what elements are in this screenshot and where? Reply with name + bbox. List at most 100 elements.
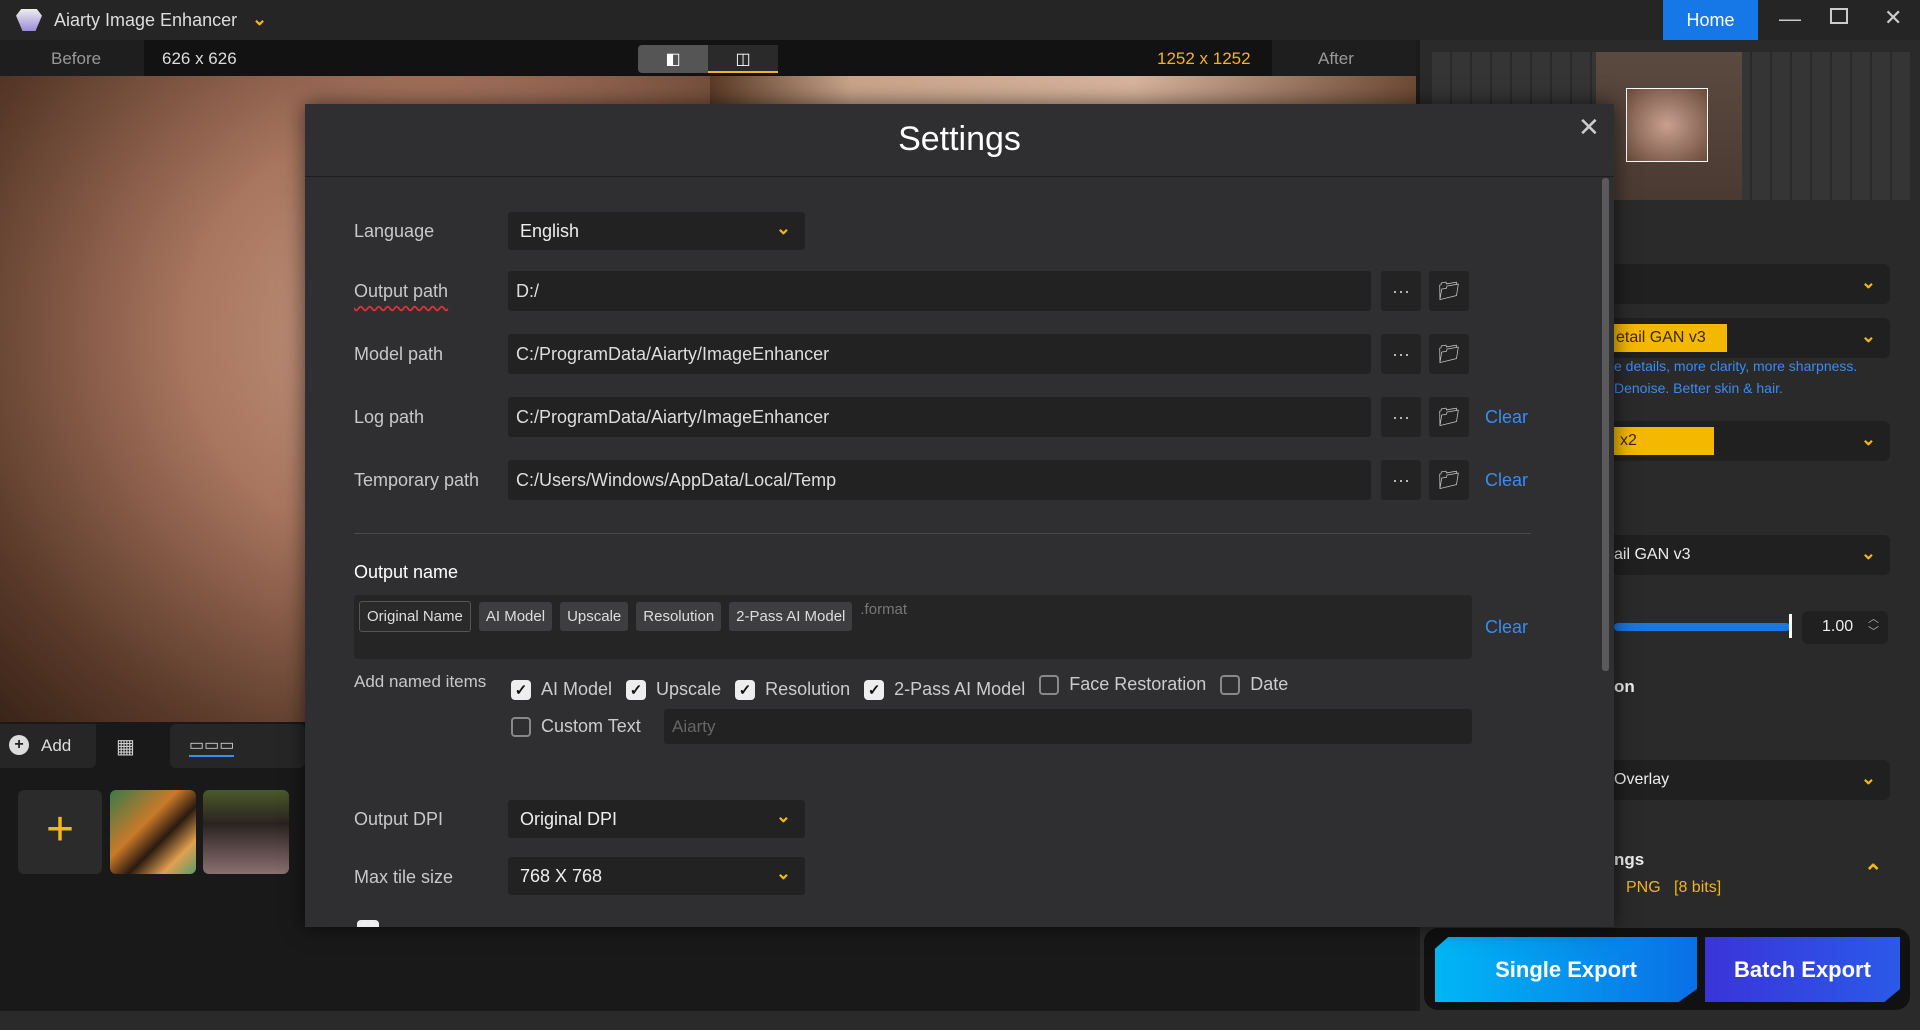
browse-more-button[interactable]: ··· bbox=[1381, 460, 1421, 500]
named-item-checkbox[interactable]: ✓ Resolution bbox=[735, 679, 850, 700]
path-value: C:/ProgramData/Aiarty/ImageEnhancer bbox=[516, 344, 830, 364]
export-format: PNG [8 bits] bbox=[1626, 879, 1722, 896]
single-export-button[interactable]: Single Export bbox=[1435, 937, 1697, 1002]
strip-view-button[interactable]: ▭▭▭ bbox=[170, 724, 305, 768]
minimize-icon[interactable]: — bbox=[1779, 6, 1801, 32]
named-item-label: AI Model bbox=[541, 679, 613, 699]
named-item-checkbox[interactable]: ✓ AI Model bbox=[511, 679, 612, 700]
language-dropdown[interactable]: English ⌄ bbox=[508, 212, 805, 250]
stepper-icon[interactable]: ︿ ﹀ bbox=[1868, 613, 1879, 639]
language-label: Language bbox=[354, 221, 435, 241]
named-item-checkbox[interactable]: Date bbox=[1220, 674, 1288, 695]
path-value: C:/ProgramData/Aiarty/ImageEnhancer bbox=[516, 407, 830, 427]
name-token-chip[interactable]: AI Model bbox=[478, 602, 553, 631]
named-item-checkbox[interactable]: ✓ Upscale bbox=[626, 679, 721, 700]
dialog-title: Settings bbox=[305, 104, 1614, 177]
name-token-chip[interactable]: Resolution bbox=[636, 602, 722, 631]
name-token-chip[interactable]: Upscale bbox=[560, 602, 629, 631]
checkbox-partial[interactable] bbox=[357, 920, 379, 927]
checkbox-unchecked-icon bbox=[1220, 674, 1241, 695]
chevron-down-icon: ⌄ bbox=[1860, 429, 1876, 449]
thumbnail-butterfly[interactable] bbox=[203, 790, 289, 874]
path-input[interactable]: D:/ bbox=[508, 271, 1371, 311]
folder-icon[interactable]: 📁︎ bbox=[1429, 334, 1469, 374]
restore-icon[interactable] bbox=[1830, 8, 1848, 24]
tile-value: 768 X 768 bbox=[520, 866, 603, 886]
divider bbox=[354, 533, 1531, 534]
dpi-dropdown[interactable]: Original DPI ⌄ bbox=[508, 800, 805, 838]
dialog-scrollbar[interactable] bbox=[1602, 178, 1609, 671]
dpi-value: Original DPI bbox=[520, 809, 618, 829]
clear-path-button[interactable]: Clear bbox=[1485, 470, 1528, 491]
tile-label: Max tile size bbox=[354, 867, 454, 887]
named-item-label: Face Restoration bbox=[1069, 674, 1207, 694]
custom-text-placeholder: Aiarty bbox=[672, 717, 716, 736]
custom-text-checkbox[interactable]: Custom Text bbox=[511, 716, 655, 742]
close-dialog-icon[interactable]: ✕ bbox=[1578, 112, 1600, 143]
split-view-icon[interactable]: ◫ bbox=[708, 45, 778, 73]
add-image-tile[interactable]: + bbox=[18, 790, 102, 874]
strength-slider[interactable] bbox=[1614, 623, 1790, 631]
name-token-chip[interactable]: 2-Pass AI Model bbox=[729, 602, 853, 631]
single-view-icon[interactable]: ◧ bbox=[638, 45, 708, 73]
rp-dropdown-1[interactable]: ⌄ bbox=[1600, 264, 1890, 304]
tile-dropdown[interactable]: 768 X 768 ⌄ bbox=[508, 857, 805, 895]
strength-slider-handle[interactable] bbox=[1789, 614, 1792, 638]
chevron-down-icon: ⌄ bbox=[1860, 326, 1876, 346]
folder-icon[interactable]: 📁︎ bbox=[1429, 271, 1469, 311]
clear-output-name-button[interactable]: Clear bbox=[1485, 617, 1528, 638]
strength-value: 1.00 bbox=[1822, 618, 1854, 635]
before-label: Before bbox=[51, 49, 102, 68]
folder-icon[interactable]: 📁︎ bbox=[1429, 397, 1469, 437]
path-input[interactable]: C:/Users/Windows/AppData/Local/Temp bbox=[508, 460, 1371, 500]
collapse-icon[interactable]: ⌃ bbox=[1864, 860, 1882, 886]
custom-text-label: Custom Text bbox=[541, 716, 641, 736]
output-name-label: Output name bbox=[354, 562, 459, 582]
add-button[interactable]: + Add bbox=[0, 724, 96, 768]
title-bar bbox=[0, 0, 1920, 40]
name-token-chip[interactable]: Original Name bbox=[359, 601, 471, 632]
upscale-dropdown[interactable]: x2 ⌄ bbox=[1600, 421, 1890, 461]
app-menu-chevron-icon[interactable]: ⌄ bbox=[252, 9, 267, 30]
chevron-down-icon: ⌄ bbox=[775, 863, 791, 883]
status-bar bbox=[0, 1011, 1920, 1030]
clear-path-button[interactable]: Clear bbox=[1485, 407, 1528, 428]
checkbox-checked-icon: ✓ bbox=[511, 679, 531, 700]
path-input[interactable]: C:/ProgramData/Aiarty/ImageEnhancer bbox=[508, 397, 1371, 437]
after-label: After bbox=[1318, 49, 1354, 68]
second-model-dropdown[interactable]: ail GAN v3 ⌄ bbox=[1600, 535, 1890, 575]
batch-export-button[interactable]: Batch Export bbox=[1705, 937, 1900, 1002]
chevron-down-icon: ⌄ bbox=[1860, 768, 1876, 788]
browse-more-button[interactable]: ··· bbox=[1381, 334, 1421, 374]
section-heading: on bbox=[1614, 677, 1635, 696]
strength-input[interactable]: 1.00 ︿ ﹀ bbox=[1802, 611, 1888, 644]
custom-text-input[interactable]: Aiarty bbox=[664, 709, 1472, 744]
model-desc-2: Denoise. Better skin & hair. bbox=[1614, 380, 1783, 396]
path-value: C:/Users/Windows/AppData/Local/Temp bbox=[516, 470, 837, 490]
named-item-checkbox[interactable]: Face Restoration bbox=[1039, 674, 1206, 695]
grid-view-icon[interactable]: ▦ bbox=[116, 734, 135, 759]
path-input[interactable]: C:/ProgramData/Aiarty/ImageEnhancer bbox=[508, 334, 1371, 374]
language-value: English bbox=[520, 221, 580, 241]
ai-model-dropdown[interactable]: etail GAN v3 ⌄ bbox=[1600, 318, 1890, 358]
home-button[interactable]: Home bbox=[1663, 0, 1758, 40]
path-value: D:/ bbox=[516, 281, 540, 301]
browse-more-button[interactable]: ··· bbox=[1381, 271, 1421, 311]
thumbnail-tiger[interactable] bbox=[110, 790, 196, 874]
overlay-value: Overlay bbox=[1614, 771, 1670, 788]
second-model-value: ail GAN v3 bbox=[1614, 546, 1691, 563]
path-label: Temporary path bbox=[354, 470, 480, 490]
path-label: Log path bbox=[354, 407, 425, 427]
overlay-dropdown[interactable]: Overlay ⌄ bbox=[1600, 760, 1890, 800]
add-named-items-label: Add named items bbox=[354, 672, 487, 691]
strip-view-icon: ▭▭▭ bbox=[189, 735, 235, 757]
close-window-icon[interactable]: ✕ bbox=[1884, 5, 1902, 31]
browse-more-button[interactable]: ··· bbox=[1381, 397, 1421, 437]
output-name-field[interactable]: Original Name AI Model Upscale Resolution 2-… bbox=[354, 595, 1472, 659]
app-title: Aiarty Image Enhancer bbox=[54, 10, 238, 30]
format-suffix: .format bbox=[860, 601, 908, 618]
navigator-viewport[interactable] bbox=[1626, 88, 1708, 162]
path-label: Model path bbox=[354, 344, 444, 364]
folder-icon[interactable]: 📁︎ bbox=[1429, 460, 1469, 500]
named-item-checkbox[interactable]: ✓ 2-Pass AI Model bbox=[864, 679, 1025, 700]
